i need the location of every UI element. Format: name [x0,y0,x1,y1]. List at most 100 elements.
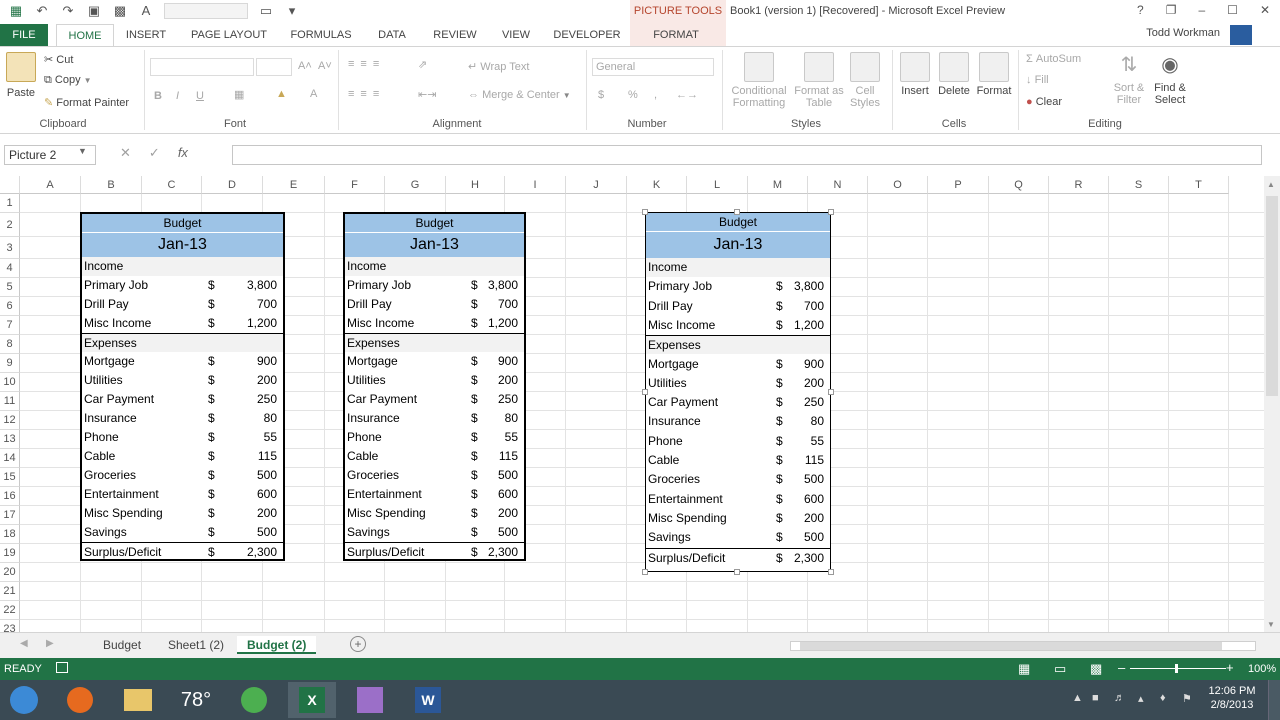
resize-handle[interactable] [828,209,834,215]
surplus-deficit-row[interactable]: Surplus/Deficit $2,300 [646,547,830,567]
scroll-down-icon[interactable]: ▼ [1267,620,1275,629]
vertical-align-icons[interactable]: ≡≡≡ [348,58,385,70]
restore-icon[interactable]: ☐ [1227,3,1238,17]
expense-row[interactable]: Savings $500 [646,528,830,547]
column-header-e[interactable]: E [263,176,325,194]
clear-button[interactable]: ● Clear [1026,96,1062,108]
insert-cells-button[interactable]: Insert [896,52,934,97]
volume-icon[interactable]: ♬ [1114,692,1125,704]
budget-table-1[interactable]: Budget Jan-13 Income Primary Job $3,800 Drill… [80,212,285,561]
sheet-nav-prev-icon[interactable]: ◀ [20,638,28,649]
budget-month[interactable]: Jan-13 [345,233,524,257]
font-color-icon[interactable]: A [310,88,317,100]
add-sheet-button[interactable]: + [350,636,366,652]
format-cells-button[interactable]: Format [974,52,1014,97]
orientation-icon[interactable]: ⇗ [418,58,427,71]
page-layout-view-icon[interactable]: ▭ [1054,661,1066,677]
select-all-corner[interactable] [0,176,20,194]
column-header-p[interactable]: P [928,176,989,194]
number-format-select[interactable]: General [592,58,714,76]
explorer-taskbar-button[interactable] [114,682,162,718]
column-header-l[interactable]: L [687,176,748,194]
column-header-q[interactable]: Q [989,176,1049,194]
sheet-nav-next-icon[interactable]: ▶ [46,638,54,649]
column-header-k[interactable]: K [627,176,687,194]
comma-button[interactable]: , [654,89,657,101]
expense-row[interactable]: Insurance $80 [82,409,283,428]
excel-taskbar-button[interactable]: X [288,682,336,718]
expense-row[interactable]: Insurance $80 [646,412,830,431]
row-header-15[interactable]: 15 [0,468,20,487]
row-header-21[interactable]: 21 [0,582,20,601]
font-color-qat-icon[interactable]: A [138,3,154,19]
expense-row[interactable]: Groceries $500 [82,466,283,485]
budget-month[interactable]: Jan-13 [82,233,283,257]
decimal-icons[interactable]: ←→ [676,89,698,101]
row-header-18[interactable]: 18 [0,525,20,544]
resize-handle[interactable] [642,209,648,215]
currency-button[interactable]: $ [598,89,604,101]
wrap-text-button[interactable]: ↵ Wrap Text [468,60,529,73]
autosum-button[interactable]: Σ AutoSum [1026,53,1081,65]
chevron-down-icon[interactable]: ▼ [78,146,87,156]
decrease-font-button[interactable]: A˅ [318,60,332,72]
find-select-button[interactable]: ◉ Find & Select [1150,52,1190,106]
budget-table-2[interactable]: Budget Jan-13 Income Primary Job $3,800 Drill… [343,212,526,561]
font-size-select[interactable] [256,58,292,76]
qat-font-box[interactable] [164,3,248,19]
indent-icons[interactable]: ⇤⇥ [418,88,436,101]
income-header[interactable]: Income [646,258,830,278]
scroll-up-icon[interactable]: ▲ [1267,180,1275,189]
surplus-deficit-row[interactable]: Surplus/Deficit $2,300 [345,542,524,561]
firefox-taskbar-button[interactable] [56,682,104,718]
expense-row[interactable]: Utilities $200 [82,371,283,390]
expense-row[interactable]: Car Payment $250 [646,393,830,412]
column-header-o[interactable]: O [868,176,928,194]
row-header-10[interactable]: 10 [0,373,20,392]
expenses-header[interactable]: Expenses [345,333,524,352]
column-header-a[interactable]: A [20,176,81,194]
horizontal-align-icons[interactable]: ≡≡≡ [348,88,385,100]
column-header-g[interactable]: G [385,176,446,194]
expense-row[interactable]: Mortgage $900 [345,352,524,371]
row-header-9[interactable]: 9 [0,354,20,373]
expense-row[interactable]: Phone $55 [82,428,283,447]
row-header-8[interactable]: 8 [0,335,20,354]
income-row[interactable]: Drill Pay $700 [646,297,830,316]
avatar[interactable] [1230,25,1252,45]
resize-handle[interactable] [642,389,648,395]
delete-cells-button[interactable]: Delete [934,52,974,97]
tab-page-layout[interactable]: PAGE LAYOUT [184,24,274,46]
budget-title[interactable]: Budget [345,214,524,233]
resize-handle[interactable] [734,209,740,215]
fill-button[interactable]: ↓ Fill [1026,74,1049,86]
column-header-c[interactable]: C [142,176,202,194]
expense-row[interactable]: Car Payment $250 [345,390,524,409]
weather-gadget[interactable]: 78° [172,682,220,718]
expense-row[interactable]: Savings $500 [345,523,524,542]
tray-arrow-icon[interactable]: ▲ [1072,692,1083,704]
column-header-m[interactable]: M [748,176,808,194]
zoom-slider[interactable] [1130,668,1226,669]
paste-button[interactable]: Paste [6,52,36,99]
row-header-16[interactable]: 16 [0,487,20,506]
column-header-j[interactable]: J [566,176,627,194]
bold-button[interactable]: B [154,90,162,102]
row-header-6[interactable]: 6 [0,297,20,316]
column-header-h[interactable]: H [446,176,505,194]
app-taskbar-button[interactable] [230,682,278,718]
zoom-level[interactable]: 100% [1248,663,1276,675]
row-header-5[interactable]: 5 [0,278,20,297]
fx-icon[interactable]: fx [178,145,188,161]
income-row[interactable]: Misc Income $1,200 [82,314,283,333]
row-header-14[interactable]: 14 [0,449,20,468]
row-header-22[interactable]: 22 [0,601,20,620]
expense-row[interactable]: Misc Spending $200 [82,504,283,523]
cell-styles-button[interactable]: Cell Styles [846,52,884,109]
column-header-i[interactable]: I [505,176,566,194]
row-header-3[interactable]: 3 [0,237,20,259]
column-header-r[interactable]: R [1049,176,1109,194]
borders-icon[interactable]: ▦ [234,88,244,101]
zoom-out-icon[interactable]: – [1118,660,1125,675]
expense-row[interactable]: Entertainment $600 [82,485,283,504]
